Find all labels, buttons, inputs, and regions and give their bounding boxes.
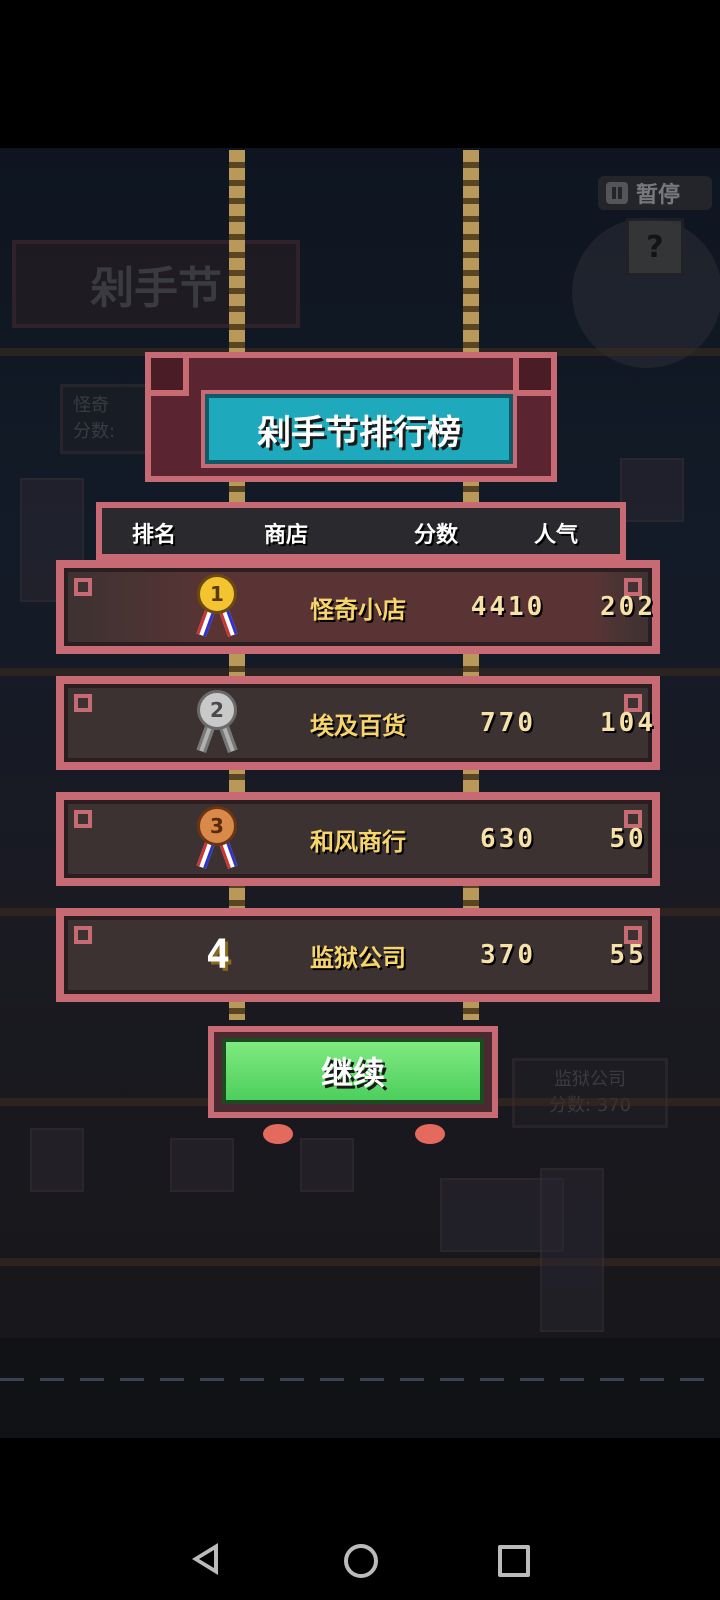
header-score: 分数 <box>414 523 459 548</box>
background-poster <box>170 1138 234 1192</box>
background-character <box>540 1168 604 1332</box>
shelf <box>0 1258 720 1266</box>
rank-number: 3 <box>197 806 237 846</box>
background-shop-score: 分数: 370 <box>525 1093 655 1119</box>
leaderboard-row: 2 埃及百货 770 104 <box>56 676 660 770</box>
decorative-corner <box>74 694 92 712</box>
background-shop-card-right: 监狱公司 分数: 370 <box>512 1058 668 1128</box>
pause-button[interactable]: 暂停 <box>598 176 712 210</box>
leaderboard-row: 4 监狱公司 370 55 <box>56 908 660 1002</box>
decorative-corner <box>74 810 92 828</box>
rank-cell: 2 <box>178 688 258 758</box>
shop-name: 和风商行 <box>310 827 406 856</box>
rank-number: 1 <box>197 574 237 614</box>
row-panel: 4 监狱公司 370 55 <box>64 916 652 994</box>
rank-cell: 4 <box>178 920 258 990</box>
status-bar-area <box>0 0 720 148</box>
pause-label: 暂停 <box>636 183 681 208</box>
shop-popularity: 50 <box>609 824 647 854</box>
background-shop-name: 监狱公司 <box>554 1069 626 1090</box>
decorative-corner <box>74 926 92 944</box>
background-poster <box>620 458 684 522</box>
home-icon[interactable] <box>344 1544 378 1578</box>
shop-popularity: 104 <box>600 708 656 738</box>
shop-popularity: 55 <box>609 940 647 970</box>
leaderboard-row: 3 和风商行 630 50 <box>56 792 660 886</box>
leaderboard-row: 1 怪奇小店 4410 202 <box>56 560 660 654</box>
lantern <box>415 1124 445 1144</box>
shop-name: 埃及百货 <box>310 711 406 740</box>
lantern <box>263 1124 293 1144</box>
leaderboard-title: 剁手节排行榜 <box>205 394 513 464</box>
header-shop: 商店 <box>264 523 309 548</box>
decorative-corner <box>513 352 557 396</box>
row-panel: 1 怪奇小店 4410 202 <box>64 568 653 646</box>
decorative-corner <box>74 578 92 596</box>
recent-apps-icon[interactable] <box>498 1545 530 1577</box>
rank-number: 4 <box>205 932 231 978</box>
bronze-medal-icon: 3 <box>195 806 241 872</box>
continue-button[interactable]: 继续 <box>222 1038 484 1104</box>
leaderboard-header: 排名 商店 分数 人气 <box>96 502 626 560</box>
street <box>0 1338 720 1438</box>
leaderboard-title-board: 剁手节排行榜 <box>145 352 557 482</box>
background-festival-sign: 剁手节 <box>12 240 300 328</box>
back-icon-inner <box>199 1550 214 1568</box>
rank-cell: 1 <box>178 572 258 642</box>
shop-popularity: 202 <box>600 592 656 622</box>
road-markings <box>0 1378 720 1381</box>
shop-name: 监狱公司 <box>310 943 406 972</box>
shop-score: 630 <box>480 824 536 854</box>
rank-cell: 3 <box>178 804 258 874</box>
header-popularity: 人气 <box>534 523 579 548</box>
shop-score: 370 <box>480 940 536 970</box>
shop-score: 770 <box>480 708 536 738</box>
row-panel: 3 和风商行 630 50 <box>64 800 652 878</box>
silver-medal-icon: 2 <box>195 690 241 756</box>
pause-icon <box>606 182 628 204</box>
rank-number: 2 <box>197 690 237 730</box>
shelf <box>0 668 720 676</box>
header-rank: 排名 <box>132 523 177 548</box>
help-button[interactable]: ? <box>626 218 684 276</box>
decorative-corner <box>145 352 189 396</box>
gold-medal-icon: 1 <box>195 574 241 640</box>
shop-score: 4410 <box>470 592 546 622</box>
row-panel: 2 埃及百货 770 104 <box>64 684 653 762</box>
background-poster <box>300 1138 354 1192</box>
shop-name: 怪奇小店 <box>310 595 406 624</box>
background-poster <box>30 1128 84 1192</box>
